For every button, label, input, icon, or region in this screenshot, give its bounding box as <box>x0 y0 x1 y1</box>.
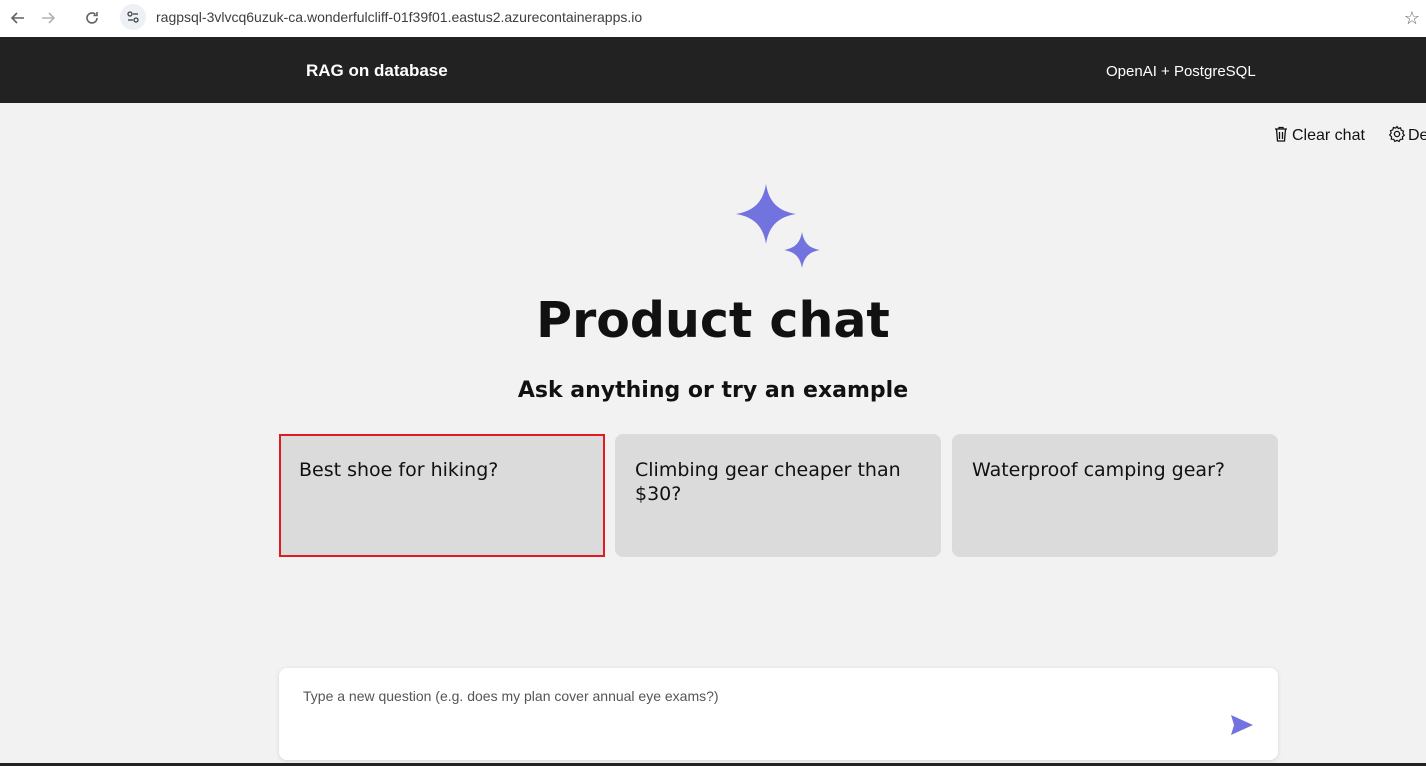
clear-chat-label: Clear chat <box>1292 127 1365 144</box>
trash-icon <box>1272 125 1290 148</box>
star-icon[interactable]: ☆ <box>1400 6 1424 30</box>
sparkle-icon <box>736 184 820 268</box>
gear-icon <box>1388 124 1406 148</box>
send-button[interactable] <box>1227 712 1257 742</box>
app-subtitle: OpenAI + PostgreSQL <box>1106 63 1256 80</box>
page-title: Product chat <box>536 292 890 349</box>
browser-toolbar: ragpsql-3vlvcq6uzuk-ca.wonderfulcliff-01… <box>0 0 1426 38</box>
clear-chat-button[interactable]: Clear chat <box>1272 125 1365 147</box>
example-label: Waterproof camping gear? <box>972 459 1225 481</box>
developer-settings-label: De <box>1408 127 1426 144</box>
forward-arrow-icon[interactable] <box>36 6 60 30</box>
send-icon <box>1230 714 1254 741</box>
back-arrow-icon[interactable] <box>6 6 30 30</box>
example-card-3[interactable]: Waterproof camping gear? <box>952 434 1278 557</box>
question-input[interactable] <box>301 686 1205 730</box>
reload-icon[interactable] <box>80 6 104 30</box>
question-box <box>279 668 1278 760</box>
site-info-icon[interactable] <box>120 4 146 30</box>
page-subtitle: Ask anything or try an example <box>517 378 909 403</box>
app-title[interactable]: RAG on database <box>306 61 448 81</box>
address-bar-url[interactable]: ragpsql-3vlvcq6uzuk-ca.wonderfulcliff-01… <box>156 9 642 25</box>
example-card-2[interactable]: Climbing gear cheaper than $30? <box>615 434 941 557</box>
example-label: Best shoe for hiking? <box>299 459 499 481</box>
developer-settings-button[interactable]: De <box>1388 124 1426 148</box>
example-label: Climbing gear cheaper than $30? <box>635 459 901 505</box>
app-header: RAG on database OpenAI + PostgreSQL <box>0 37 1426 103</box>
example-card-1[interactable]: Best shoe for hiking? <box>279 434 605 557</box>
